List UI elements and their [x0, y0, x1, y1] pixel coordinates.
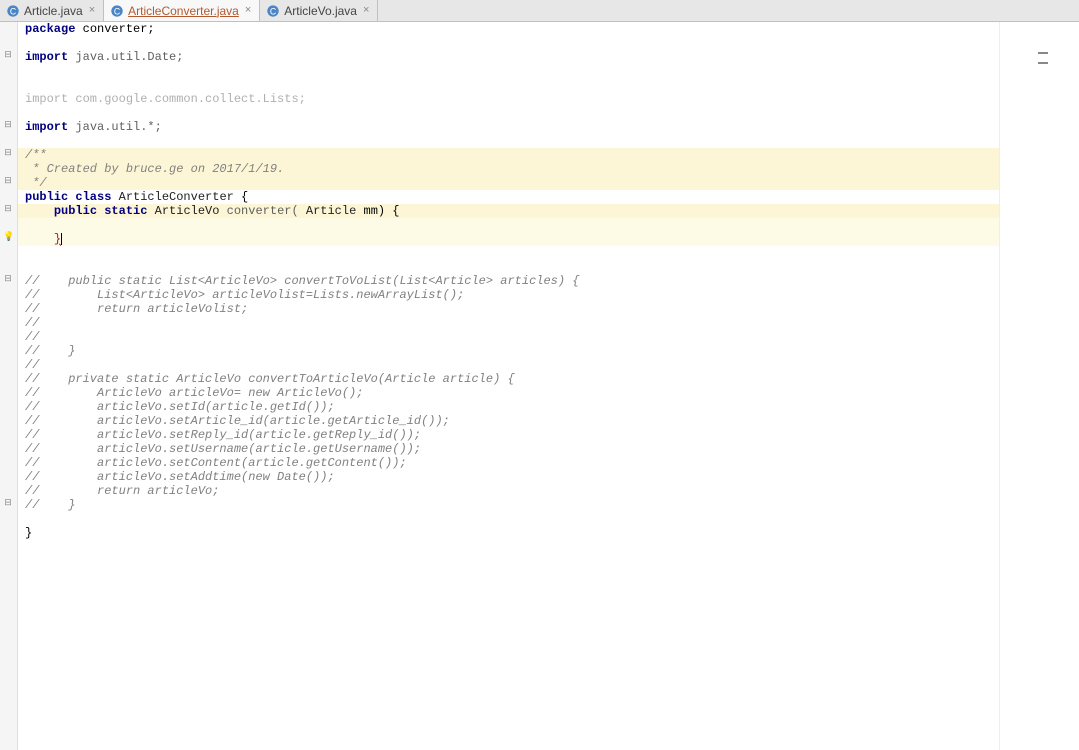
bulb-icon[interactable]: 💡: [3, 232, 13, 242]
fold-icon[interactable]: ⊟: [3, 176, 13, 186]
code-editor[interactable]: package converter; import java.util.Date…: [18, 22, 999, 750]
tab-articleconverter[interactable]: C ArticleConverter.java ×: [104, 0, 260, 21]
workspace: ⊟ ⊟ ⊟ ⊟ ⊟ 💡 ⊟ ⊟ package converter; impor…: [0, 22, 1079, 750]
fold-icon[interactable]: ⊟: [3, 204, 13, 214]
gutter: ⊟ ⊟ ⊟ ⊟ ⊟ 💡 ⊟ ⊟: [0, 22, 18, 750]
svg-text:C: C: [10, 6, 16, 16]
fold-icon[interactable]: ⊟: [3, 50, 13, 60]
class-icon: C: [110, 4, 124, 18]
fold-icon[interactable]: ⊟: [3, 274, 13, 284]
close-icon[interactable]: ×: [243, 5, 253, 16]
svg-text:C: C: [114, 6, 120, 16]
close-icon[interactable]: ×: [87, 5, 97, 16]
fold-icon[interactable]: ⊟: [3, 120, 13, 130]
class-icon: C: [6, 4, 20, 18]
svg-text:C: C: [270, 6, 276, 16]
editor-tab-bar: C Article.java × C ArticleConverter.java…: [0, 0, 1079, 22]
tab-article[interactable]: C Article.java ×: [0, 0, 104, 21]
fold-icon[interactable]: ⊟: [3, 148, 13, 158]
close-icon[interactable]: ×: [361, 5, 371, 16]
tab-label: ArticleVo.java: [284, 4, 357, 18]
fold-icon[interactable]: ⊟: [3, 498, 13, 508]
tab-label: Article.java: [24, 4, 83, 18]
tab-label: ArticleConverter.java: [128, 4, 239, 18]
tab-articlevo[interactable]: C ArticleVo.java ×: [260, 0, 378, 21]
class-icon: C: [266, 4, 280, 18]
minimap[interactable]: [999, 22, 1079, 750]
